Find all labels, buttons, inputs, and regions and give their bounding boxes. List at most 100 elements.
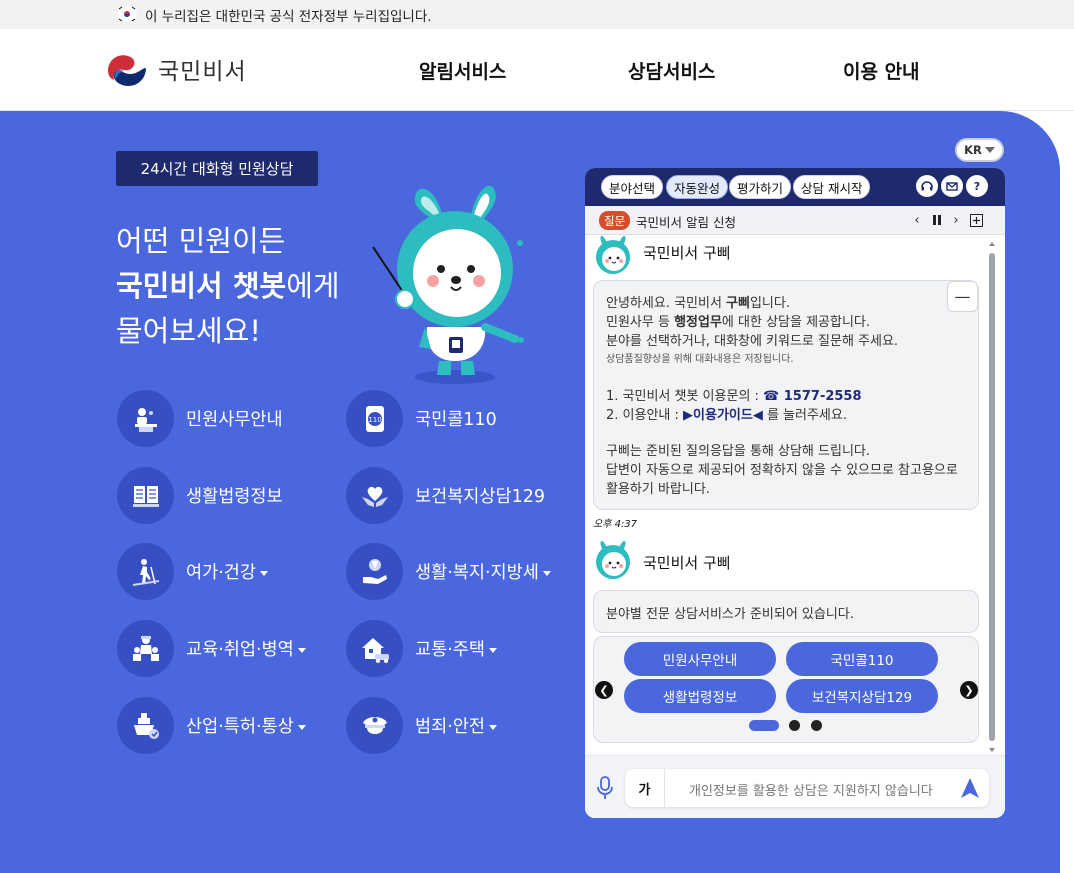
scroll-up-icon[interactable] bbox=[987, 240, 997, 248]
chat-input-area: 가 개인정보를 활용한 상담은 지원하지 않습니다 bbox=[585, 755, 1005, 818]
chat-input-box: 가 개인정보를 활용한 상담은 지원하지 않습니다 bbox=[625, 769, 989, 807]
service-education-job-military[interactable]: 교육·취업·병역 bbox=[117, 620, 306, 677]
scroll-down-icon[interactable] bbox=[987, 746, 997, 754]
chat-messages[interactable]: 국민비서 구삐 안녕하세요. 국민비서 구삐입니다. 민원사무 등 행정업무에 … bbox=[585, 235, 1005, 755]
chat-toolbar: 분야선택 자동완성 평가하기 상담 재시작 ? bbox=[585, 168, 1005, 206]
msg-text: 에 대한 상담을 제공합니다. bbox=[721, 315, 871, 330]
question-bar: 질문 국민비서 알림 신청 ‹ › bbox=[585, 206, 1005, 235]
bot-name: 국민비서 구삐 bbox=[643, 244, 731, 262]
msg-line: 2. 이용안내 : ▶이용가이드◀ 를 눌러주세요. bbox=[606, 406, 847, 425]
nav-notification-service[interactable]: 알림서비스 bbox=[419, 57, 506, 84]
quick-civil-info-button[interactable]: 민원사무안내 bbox=[624, 642, 776, 676]
headset-icon[interactable] bbox=[916, 175, 938, 197]
language-selector[interactable]: KR bbox=[955, 138, 1004, 162]
headline-rest: 에게 bbox=[286, 269, 340, 303]
service-label-text: 생활·복지·지방세 bbox=[415, 563, 539, 583]
message-time: 오후 4:37 bbox=[593, 519, 638, 530]
caret-down-icon bbox=[488, 724, 497, 730]
language-label: KR bbox=[964, 143, 982, 157]
caret-down-icon bbox=[488, 647, 497, 653]
svg-text:110: 110 bbox=[368, 416, 381, 424]
service-welfare-129[interactable]: 보건복지상담129 bbox=[346, 467, 545, 524]
civil-desk-icon bbox=[117, 390, 174, 447]
service-label: 교통·주택 bbox=[415, 636, 497, 661]
gov-banner: 이 누리집은 대한민국 공식 전자정부 누리집입니다. bbox=[0, 0, 1074, 29]
carousel-prev-icon[interactable]: ❮ bbox=[595, 681, 613, 699]
service-industry-patent-trade[interactable]: 산업·특허·통상 bbox=[117, 697, 306, 754]
service-call-110[interactable]: 110 국민콜110 bbox=[346, 390, 497, 447]
welfare-hand-icon bbox=[346, 543, 403, 600]
minimize-message-button[interactable]: — bbox=[947, 281, 978, 312]
headline-line-2: 국민비서 챗봇에게 bbox=[116, 264, 340, 309]
civil-desk-glyph bbox=[134, 407, 157, 432]
msg-text: 민원사무 등 bbox=[606, 315, 675, 330]
service-label: 교육·취업·병역 bbox=[186, 636, 306, 661]
headset-glyph bbox=[921, 181, 933, 191]
chat-input-field[interactable]: 개인정보를 활용한 상담은 지원하지 않습니다 bbox=[689, 780, 945, 799]
msg-line: 분야를 선택하거나, 대화창에 키워드로 질문해 주세요. bbox=[606, 334, 899, 349]
police-cap-glyph bbox=[362, 716, 387, 734]
prev-question-icon[interactable]: ‹ bbox=[909, 211, 925, 229]
mail-icon[interactable] bbox=[941, 175, 963, 197]
carousel-next-icon[interactable]: ❯ bbox=[960, 681, 978, 699]
bot-avatar bbox=[596, 236, 630, 274]
factory-ship-icon bbox=[117, 697, 174, 754]
carousel-dot[interactable] bbox=[811, 720, 822, 731]
msg-text: 2. 이용안내 : bbox=[606, 408, 684, 423]
service-leisure-health[interactable]: 여가·건강 bbox=[117, 543, 268, 600]
msg-line: 구삐는 준비된 질의응답을 통해 상담해 드립니다. bbox=[606, 444, 870, 459]
quick-law-info-button[interactable]: 생활법령정보 bbox=[624, 679, 776, 713]
service-civil-info[interactable]: 민원사무안내 bbox=[117, 390, 283, 447]
welfare-hand-glyph bbox=[362, 558, 387, 584]
next-question-icon[interactable]: › bbox=[948, 211, 964, 229]
headline-line-3: 물어보세요! bbox=[116, 314, 262, 348]
caret-down-icon bbox=[297, 724, 306, 730]
microphone-icon[interactable] bbox=[595, 776, 615, 800]
usage-guide-link[interactable]: ▶이용가이드◀ bbox=[683, 408, 763, 423]
pause-glyph bbox=[933, 215, 941, 225]
msg-text: 안녕하세요. 국민비서 bbox=[606, 296, 727, 311]
pause-icon[interactable] bbox=[929, 211, 945, 229]
service-label: 범죄·안전 bbox=[415, 713, 497, 738]
service-law-info[interactable]: 생활법령정보 bbox=[117, 467, 283, 524]
chatbot-window: 분야선택 자동완성 평가하기 상담 재시작 ? 질문 국민비서 알림 신청 ‹ … bbox=[585, 168, 1005, 818]
chat-scrollbar[interactable] bbox=[987, 238, 997, 756]
service-label: 보건복지상담129 bbox=[415, 487, 546, 507]
expand-icon[interactable] bbox=[968, 211, 984, 229]
mascot-rabbit-illustration bbox=[372, 185, 524, 384]
hero-badge: 24시간 대화형 민원상담 bbox=[116, 151, 318, 186]
question-text[interactable]: 국민비서 알림 신청 bbox=[636, 212, 736, 231]
headline-bold: 국민비서 챗봇 bbox=[116, 269, 287, 303]
autocomplete-button[interactable]: 자동완성 bbox=[666, 175, 729, 199]
msg-bold: 행정업무 bbox=[674, 315, 722, 330]
msg-bold: 구삐 bbox=[726, 296, 750, 311]
police-cap-icon bbox=[346, 697, 403, 754]
service-label: 여가·건강 bbox=[186, 559, 268, 584]
heart-hands-icon bbox=[346, 467, 403, 524]
help-icon[interactable]: ? bbox=[966, 175, 988, 197]
service-living-welfare-tax[interactable]: 생활·복지·지방세 bbox=[346, 543, 551, 600]
site-logo[interactable]: 국민비서 bbox=[106, 48, 247, 90]
service-crime-safety[interactable]: 범죄·안전 bbox=[346, 697, 497, 754]
nav-usage-guide[interactable]: 이용 안내 bbox=[843, 57, 920, 84]
phone-link[interactable]: ☎ 1577-2558 bbox=[763, 389, 861, 404]
field-select-button[interactable]: 분야선택 bbox=[601, 175, 664, 199]
scroll-thumb[interactable] bbox=[989, 253, 995, 741]
input-mode-toggle[interactable]: 가 bbox=[625, 769, 665, 807]
carousel-dot[interactable] bbox=[789, 720, 800, 731]
taegeuk-logo-icon bbox=[107, 49, 147, 89]
hero-headline: 어떤 민원이든 국민비서 챗봇에게 물어보세요! bbox=[116, 219, 340, 354]
restart-consult-button[interactable]: 상담 재시작 bbox=[793, 175, 871, 199]
heart-hands-glyph bbox=[361, 486, 388, 507]
service-traffic-housing[interactable]: 교통·주택 bbox=[346, 620, 497, 677]
send-icon[interactable] bbox=[958, 776, 982, 800]
evaluate-button[interactable]: 평가하기 bbox=[729, 175, 792, 199]
quick-welfare-129-button[interactable]: 보건복지상담129 bbox=[786, 679, 938, 713]
help-glyph: ? bbox=[974, 180, 980, 193]
quick-call-110-button[interactable]: 국민콜110 bbox=[786, 642, 938, 676]
msg-line: 1. 국민비서 챗봇 이용문의 : ☎ 1577-2558 bbox=[606, 387, 862, 406]
service-label-text: 산업·특허·통상 bbox=[186, 717, 294, 737]
carousel-dot-active[interactable] bbox=[749, 720, 779, 731]
welcome-message: 안녕하세요. 국민비서 구삐입니다. 민원사무 등 행정업무에 대한 상담을 제… bbox=[593, 280, 979, 510]
nav-consult-service[interactable]: 상담서비스 bbox=[628, 57, 715, 84]
